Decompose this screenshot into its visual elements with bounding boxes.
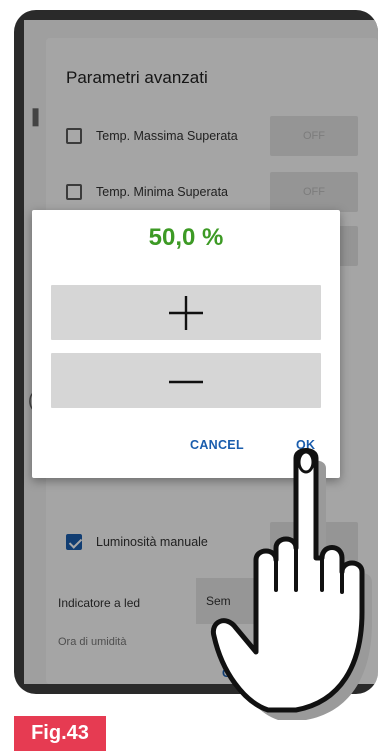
decrement-button[interactable] (51, 353, 321, 408)
figure-label: Fig.43 (14, 716, 106, 751)
plus-icon (169, 295, 203, 330)
current-value: 50,0 % (148, 224, 224, 251)
pointing-hand-icon (208, 440, 378, 735)
minus-icon (169, 380, 203, 383)
increment-button[interactable] (51, 285, 321, 340)
value-adjust-dialog: 50,0 % CANCEL OK (32, 210, 340, 478)
